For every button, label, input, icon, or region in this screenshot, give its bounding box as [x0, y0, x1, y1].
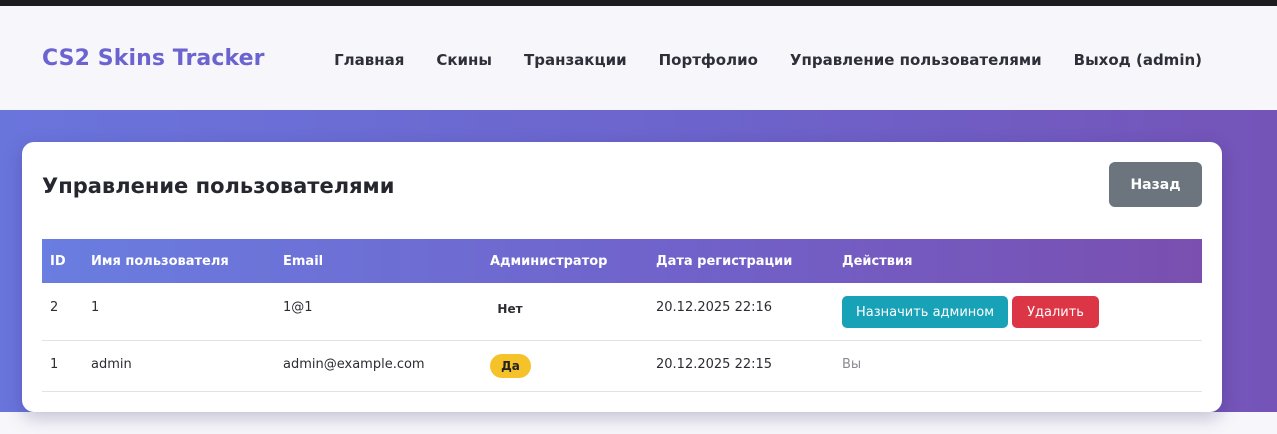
nav-link-skins[interactable]: Скины — [436, 51, 492, 69]
admin-status-badge: Да — [490, 354, 531, 378]
column-header-email: Email — [283, 254, 324, 269]
cell-username: 1 — [91, 300, 100, 315]
column-header-username: Имя пользователя — [91, 254, 229, 269]
column-header-id: ID — [50, 254, 66, 269]
back-button[interactable]: Назад — [1109, 162, 1202, 207]
cell-registration-date: 20.12.2025 22:15 — [656, 357, 773, 372]
main-nav: Главная Скины Транзакции Портфолио Управ… — [334, 51, 1202, 69]
cell-username: admin — [91, 357, 132, 372]
cell-id: 1 — [50, 357, 59, 372]
cell-id: 2 — [50, 300, 59, 315]
table-header: ID Имя пользователя Email Администратор … — [42, 239, 1202, 283]
cell-registration-date: 20.12.2025 22:16 — [656, 300, 773, 315]
cell-email: 1@1 — [283, 300, 313, 315]
column-header-admin: Администратор — [490, 254, 608, 269]
make-admin-button[interactable]: Назначить админом — [842, 296, 1008, 328]
site-header: CS2 Skins Tracker Главная Скины Транзакц… — [0, 6, 1277, 110]
nav-link-user-management[interactable]: Управление пользователями — [790, 51, 1042, 69]
nav-link-home[interactable]: Главная — [334, 51, 404, 69]
cell-email: admin@example.com — [283, 357, 425, 372]
column-header-registration-date: Дата регистрации — [656, 254, 793, 269]
delete-user-button[interactable]: Удалить — [1012, 296, 1099, 328]
page-title: Управление пользователями — [42, 174, 395, 198]
nav-link-transactions[interactable]: Транзакции — [524, 51, 627, 69]
user-management-card: Управление пользователями Назад ID Имя п… — [22, 142, 1222, 412]
table-row: 2 1 1@1 Нет 20.12.2025 22:16 Назначить а… — [42, 283, 1202, 341]
nav-link-logout[interactable]: Выход (admin) — [1074, 51, 1202, 69]
page-bottom-background — [0, 412, 1277, 434]
table-row: 1 admin admin@example.com Да 20.12.2025 … — [42, 341, 1202, 392]
column-header-actions: Действия — [842, 254, 913, 269]
current-user-label: Вы — [842, 357, 862, 372]
nav-link-portfolio[interactable]: Портфолио — [659, 51, 758, 69]
brand-logo-text[interactable]: CS2 Skins Tracker — [42, 46, 265, 71]
admin-status-badge: Нет — [490, 297, 530, 321]
